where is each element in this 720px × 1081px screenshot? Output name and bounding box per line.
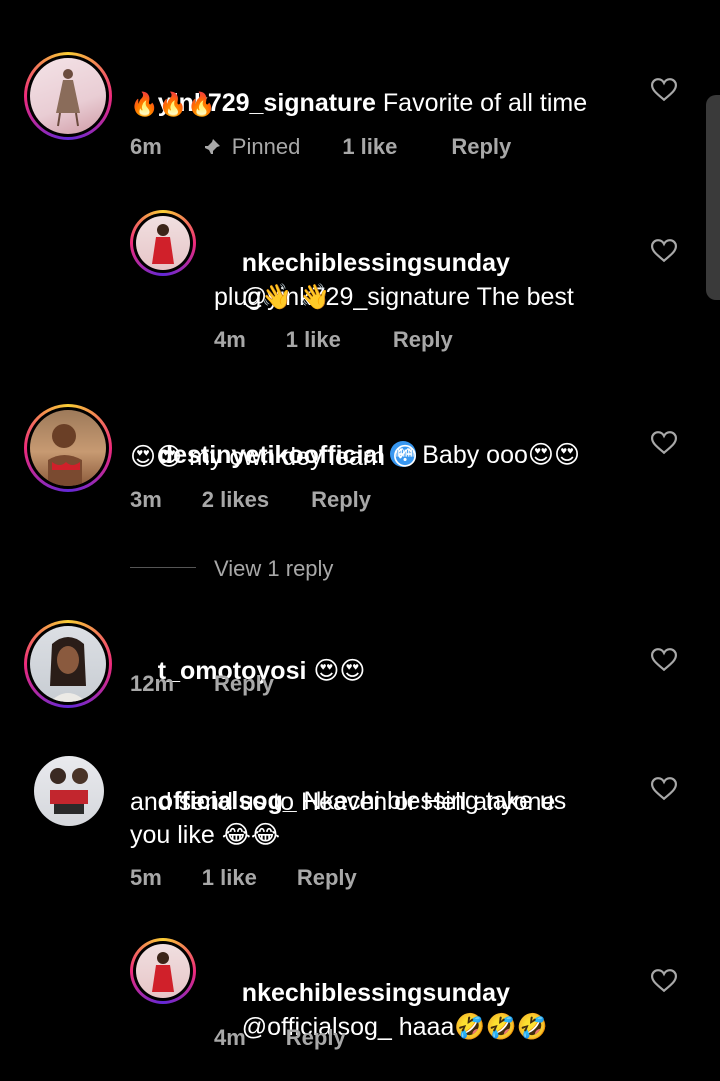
avatar-figure-icon: [50, 637, 86, 702]
timestamp: 3m: [130, 487, 162, 512]
avatar[interactable]: [130, 938, 196, 1004]
heart-icon[interactable]: [651, 648, 677, 672]
avatar-figure-icon: [152, 224, 174, 264]
comment-text: Favorite of all time: [375, 89, 588, 117]
reply-button[interactable]: Reply: [286, 1025, 346, 1051]
view-replies-button[interactable]: View 1 reply: [214, 556, 333, 582]
avatar-figure-icon: [50, 768, 88, 814]
avatar-figure-icon: [48, 424, 82, 486]
comment-text-line2: and send us to Heaven or Hell anyone: [130, 788, 556, 816]
likes-count[interactable]: 1 like: [202, 865, 257, 891]
comment-text-line2: plug👋 👋: [214, 283, 331, 311]
comment-text: 😍😍: [306, 657, 366, 685]
reply-button[interactable]: Reply: [311, 487, 371, 513]
reply-button[interactable]: Reply: [297, 865, 357, 891]
avatar[interactable]: [34, 756, 104, 826]
scrollbar[interactable]: [706, 95, 720, 300]
comment-text: The best: [470, 283, 574, 311]
comment-text: haaa🤣🤣🤣: [391, 1013, 548, 1041]
avatar[interactable]: [24, 620, 112, 708]
avatar[interactable]: [24, 52, 112, 140]
timestamp: 12m: [130, 671, 175, 696]
timestamp: 6m: [130, 134, 162, 159]
reply-button[interactable]: Reply: [451, 134, 511, 160]
avatar[interactable]: [130, 210, 196, 276]
avatar-figure-icon: [56, 69, 80, 127]
timestamp: 4m: [214, 327, 246, 352]
reply-button[interactable]: Reply: [393, 327, 453, 353]
likes-count[interactable]: 2 likes: [202, 487, 269, 513]
heart-icon[interactable]: [651, 431, 677, 455]
comment-text-line3: you like 😂😂: [130, 821, 281, 849]
timestamp: 4m: [214, 1025, 246, 1050]
timestamp: 5m: [130, 865, 162, 890]
comment-text-line2: 🔥🔥🔥: [130, 92, 216, 118]
likes-count[interactable]: 1 like: [286, 327, 341, 353]
pinned-label: Pinned: [231, 134, 301, 159]
heart-icon[interactable]: [651, 78, 677, 102]
avatar[interactable]: [24, 404, 112, 492]
heart-icon[interactable]: [651, 777, 677, 801]
comment-text: Baby ooo😍😍: [422, 441, 581, 469]
likes-count[interactable]: 1 like: [342, 134, 397, 160]
heart-icon[interactable]: [651, 239, 677, 263]
heart-icon[interactable]: [651, 969, 677, 993]
pin-icon: [203, 139, 220, 155]
avatar-figure-icon: [152, 952, 174, 992]
reply-button[interactable]: Reply: [214, 671, 274, 697]
view-replies-divider: [130, 567, 196, 568]
comment-text-line2: 😍😍 my own dey learn 😳: [130, 443, 419, 471]
